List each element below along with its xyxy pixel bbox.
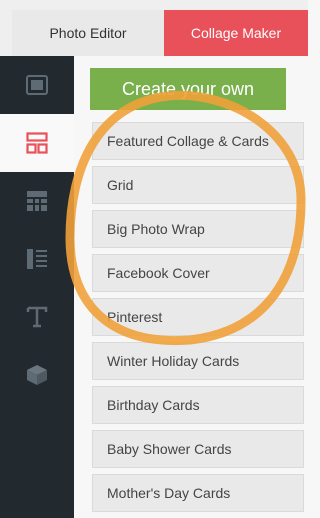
- collage-options-panel: Create your own Featured Collage & Cards…: [74, 56, 308, 518]
- list-item-pinterest[interactable]: Pinterest: [92, 298, 304, 336]
- list-item-mothers-day-cards[interactable]: Mother's Day Cards: [92, 474, 304, 512]
- box-icon: [27, 365, 47, 385]
- list-item-winter-holiday-cards[interactable]: Winter Holiday Cards: [92, 342, 304, 380]
- list-item-grid[interactable]: Grid: [92, 166, 304, 204]
- sidebar: [0, 56, 74, 518]
- list-item-baby-shower-cards[interactable]: Baby Shower Cards: [92, 430, 304, 468]
- list-item-featured-collage-cards[interactable]: Featured Collage & Cards: [92, 122, 304, 160]
- grid-icon: [27, 191, 47, 211]
- top-tab-bar: Photo Editor Collage Maker: [0, 0, 308, 56]
- tab-collage-maker[interactable]: Collage Maker: [164, 10, 308, 56]
- text-layout-icon: [27, 249, 47, 269]
- sidebar-item-image[interactable]: [0, 56, 74, 114]
- list-item-birthday-cards[interactable]: Birthday Cards: [92, 386, 304, 424]
- sidebar-item-text-layout[interactable]: [0, 230, 74, 288]
- list-item-facebook-cover[interactable]: Facebook Cover: [92, 254, 304, 292]
- sidebar-item-layout[interactable]: [0, 114, 74, 172]
- sidebar-item-text[interactable]: [0, 288, 74, 346]
- list-item-big-photo-wrap[interactable]: Big Photo Wrap: [92, 210, 304, 248]
- image-icon: [26, 75, 48, 95]
- tab-photo-editor[interactable]: Photo Editor: [12, 10, 164, 56]
- layout-icon: [26, 132, 48, 154]
- sidebar-item-grid[interactable]: [0, 172, 74, 230]
- sidebar-item-box[interactable]: [0, 346, 74, 404]
- text-icon: [26, 306, 48, 328]
- create-your-own-button[interactable]: Create your own: [90, 68, 286, 110]
